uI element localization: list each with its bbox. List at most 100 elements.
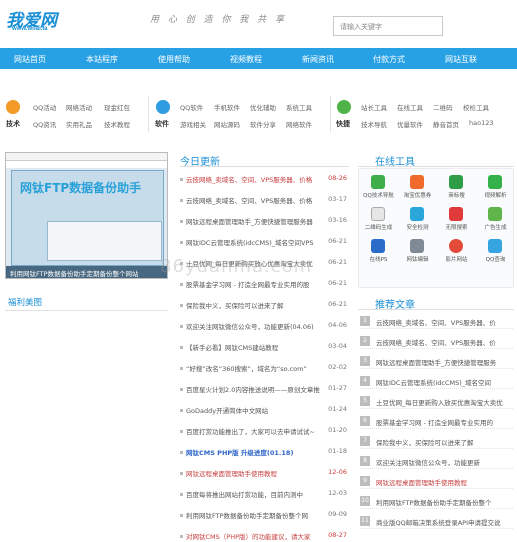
slide-app-window: 网钛FTP数据备份助手 [11, 170, 164, 266]
tool-item[interactable]: 无限搜索 [437, 207, 476, 237]
list-item[interactable]: 对网钛CMS（PHP版）的功能建议，请大家 08-27 [180, 529, 349, 542]
list-item[interactable]: 利用网钛FTP数据备份助手定期备份整个网 09-09 [180, 508, 349, 521]
quick-link[interactable]: QQ资讯 [33, 119, 56, 129]
tool-item[interactable]: 视频解析 [476, 175, 515, 205]
tools-grid: QQ技术导航 淘宝优惠券 商标搜 视频解析 二维码生成 安全检测 无限搜索 广告… [358, 168, 514, 288]
list-item[interactable]: 百度每将推出网站打赏功能，目前内测中 12-03 [180, 487, 349, 500]
logo-url: www.woai.la [12, 26, 48, 32]
quick-link[interactable]: 实用礼品 [66, 119, 92, 129]
slideshow[interactable]: 网钛FTP数据备份助手 利用网钛FTP数据备份助手定期备份整个网站 [5, 152, 168, 279]
nav-item-video[interactable]: 视频教程 [230, 54, 262, 65]
list-item[interactable]: 3 网钛远程桌面管理助手_方便快捷管理服务 [360, 353, 513, 369]
quick-group-title: 技术 [6, 120, 20, 128]
quick-link[interactable]: 现金红包 [104, 102, 130, 112]
list-item[interactable]: 10 利用网钛FTP数据备份助手定期备份整个 [360, 493, 513, 509]
quick-link[interactable]: 手机软件 [214, 102, 240, 112]
slide-caption[interactable]: 利用网钛FTP数据备份助手定期备份整个网站 [6, 266, 167, 278]
list-item[interactable]: 网钛远程桌面管理助手使用教程 12-06 [180, 466, 349, 479]
quick-link[interactable]: 技术导航 [361, 119, 387, 129]
divider [180, 166, 349, 167]
list-item[interactable]: 6 股票基金学习网 - 打造全网最专业实用的 [360, 413, 513, 429]
slide-app-body [47, 221, 162, 261]
photoshop-icon [371, 239, 385, 253]
list-item[interactable]: 股票基金学习网 - 打造全网最专业实用的股 06-21 [180, 277, 349, 290]
nav-item-program[interactable]: 本站程序 [86, 54, 118, 65]
quick-link[interactable]: 技术教程 [104, 119, 130, 129]
quick-link[interactable]: 游戏相关 [180, 119, 206, 129]
list-item[interactable]: 【新手必看】网钛CMS建站教程 03-04 [180, 340, 349, 353]
tool-item[interactable]: 广告生成 [476, 207, 515, 237]
list-item[interactable]: 云技网络_卖域名、空间、VPS服务器、价格 03-17 [180, 193, 349, 206]
list-item[interactable]: 云技网络_卖域名、空间、VPS服务器、价格 08-26 [180, 172, 349, 185]
divider [148, 96, 149, 132]
tool-item[interactable]: 安全检测 [398, 207, 437, 237]
list-item[interactable]: 网钛远程桌面管理助手_方便快捷管理服务器 03-16 [180, 214, 349, 227]
list-item[interactable]: GoDaddy开通简体中文网站 01-24 [180, 403, 349, 416]
quick-link[interactable]: 网站源码 [214, 119, 240, 129]
nav-item-home[interactable]: 网站首页 [14, 54, 46, 65]
nav-item-links[interactable]: 网站互联 [445, 54, 477, 65]
list-item[interactable]: 2 云技网络_卖域名、空间、VPS服务器、价 [360, 333, 513, 349]
list-item[interactable]: 百度星火计划2.0内容推送说明——原创文章推 01-27 [180, 382, 349, 395]
list-item[interactable]: 7 保险我中义，买保险可以进来了解 [360, 433, 513, 449]
list-item[interactable]: 11 商业版QQ邮箱决策系统登录API申请提交说 [360, 513, 513, 529]
slide-app-title: 网钛FTP数据备份助手 [20, 181, 142, 195]
qq-query-icon [488, 239, 502, 253]
qrcode-icon [371, 207, 385, 221]
tool-item[interactable]: QQ技术导航 [359, 175, 398, 205]
movie-icon [449, 239, 463, 253]
quick-link[interactable]: 软件分享 [250, 119, 276, 129]
divider [5, 310, 168, 311]
quick-link[interactable]: 静音首页 [433, 119, 459, 129]
quick-link[interactable]: 校检工具 [463, 102, 489, 112]
coupon-icon [410, 175, 424, 189]
list-item[interactable]: 网钛CMS PHP版 升级进度(01.18) 01-18 [180, 445, 349, 458]
slogan: 用 心 创 造 你 我 共 享 [150, 15, 288, 25]
list-item[interactable]: 欢迎关注网钛微信公众号，功能更新(04.06) 04-06 [180, 319, 349, 332]
trademark-icon [449, 175, 463, 189]
search-input[interactable]: 请输入关键字 [333, 16, 443, 36]
fuli-title[interactable]: 福利美图 [8, 296, 42, 308]
slide-browser-bar [6, 153, 167, 161]
quick-link[interactable]: 二维码 [433, 102, 453, 112]
list-item[interactable]: 4 网钛IDC云管理系统(idcCMS)_域名空间 [360, 373, 513, 389]
nav-item-payment[interactable]: 付款方式 [373, 54, 405, 65]
nav-item-help[interactable]: 使用帮助 [158, 54, 190, 65]
quick-link[interactable]: 网络软件 [286, 119, 312, 129]
tool-item[interactable]: 网钛编辑 [398, 239, 437, 269]
quick-link[interactable]: 站长工具 [361, 102, 387, 112]
list-item[interactable]: 百度打赏功能推出了，大家可以去申请试试~ 01-20 [180, 424, 349, 437]
tool-item[interactable]: 商标搜 [437, 175, 476, 205]
ad-icon [488, 207, 502, 221]
quick-link[interactable]: hao123 [469, 119, 494, 127]
tool-item[interactable]: 影片网站 [437, 239, 476, 269]
quick-link[interactable]: 优化辅助 [250, 102, 276, 112]
quick-link[interactable]: 网络活动 [66, 102, 92, 112]
quick-group-title: 快捷 [336, 120, 350, 128]
tool-item[interactable]: QQ查询 [476, 239, 515, 269]
qq-nav-icon [371, 175, 385, 189]
list-item[interactable]: 网钛IDC云管理系统(idcCMS)_域名空间VPS 06-21 [180, 235, 349, 248]
list-item[interactable]: 5 土豆优网_每日更新购入放买优惠淘宝大卖优 [360, 393, 513, 409]
list-item[interactable]: 保险我中义，买保险可以进来了解 06-21 [180, 298, 349, 311]
main-nav: 网站首页 本站程序 使用帮助 视频教程 新闻资讯 付款方式 网站互联 [0, 48, 517, 69]
tool-item[interactable]: 在线PS [359, 239, 398, 269]
quick-group-title: 软件 [155, 120, 169, 128]
quick-link[interactable]: QQ软件 [180, 102, 203, 112]
quick-link[interactable]: 优量软件 [397, 119, 423, 129]
tool-item[interactable]: 淘宝优惠券 [398, 175, 437, 205]
quick-link[interactable]: 在线工具 [397, 102, 423, 112]
tool-item[interactable]: 二维码生成 [359, 207, 398, 237]
list-item[interactable]: “好搜”改名“360搜索”，域名为“so.com” 02-02 [180, 361, 349, 374]
header: 我爱网 www.woai.la 用 心 创 造 你 我 共 享 请输入关键字 [0, 0, 517, 48]
list-item[interactable]: 9 网钛远程桌面管理助手使用教程 [360, 473, 513, 489]
quick-link[interactable]: QQ活动 [33, 102, 56, 112]
nav-item-news[interactable]: 新闻资讯 [302, 54, 334, 65]
divider [330, 96, 331, 132]
list-item[interactable]: 8 欢迎关注网钛微信公众号，功能更新 [360, 453, 513, 469]
shortcut-icon [337, 100, 351, 114]
quick-link[interactable]: 系统工具 [286, 102, 312, 112]
security-icon [410, 207, 424, 221]
list-item[interactable]: 1 云技网络_卖域名、空间、VPS服务器、价 [360, 313, 513, 329]
site-logo[interactable]: 我爱网 www.woai.la [4, 6, 84, 36]
